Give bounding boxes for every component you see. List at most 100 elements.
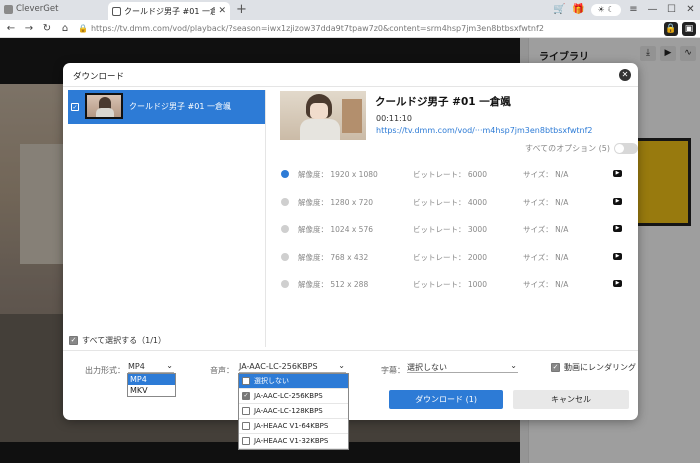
video-url-link[interactable]: https://tv.dmm.com/vod/···m4hsp7jm3en8bt…	[376, 126, 593, 135]
size-label: サイズ： N/A	[523, 198, 569, 207]
audio-option[interactable]: ✓ JA-AAC-LC-256KBPS	[239, 389, 348, 404]
divider	[63, 350, 638, 351]
gift-icon[interactable]: 🎁	[569, 0, 588, 20]
audio-option[interactable]: JA-HEAAC V1-64KBPS	[239, 419, 348, 434]
list-item-title: クールドジ男子 #01 一倉颯	[129, 102, 231, 111]
lock-icon: 🔒	[78, 24, 88, 33]
cart-icon[interactable]: 🛒	[550, 0, 569, 20]
forward-icon[interactable]: →	[22, 23, 36, 34]
output-format-select[interactable]: MP4 ⌄	[128, 361, 174, 373]
resolution-label: 解像度： 1024 x 576	[298, 225, 373, 234]
audio-option-label: JA-AAC-LC-256KBPS	[254, 392, 323, 400]
resolution-option[interactable]: 解像度： 1024 x 576 ビットレート： 3000 サイズ： N/A ▶	[280, 223, 630, 237]
new-tab-button[interactable]: +	[236, 2, 247, 17]
output-format-label: 出力形式：	[85, 366, 125, 375]
audio-option-checkbox[interactable]	[242, 437, 250, 445]
output-format-option[interactable]: MKV	[128, 385, 175, 396]
audio-menu: 選択しない ✓ JA-AAC-LC-256KBPS JA-AAC-LC-128KBPS…	[238, 373, 349, 450]
audio-option-label: JA-AAC-LC-128KBPS	[254, 407, 323, 415]
tab-title: クールドジ男子 #01 一倉颯	[124, 6, 216, 16]
audio-option-checkbox[interactable]	[242, 422, 250, 430]
reload-icon[interactable]: ↻	[40, 23, 54, 34]
back-icon[interactable]: ←	[4, 23, 18, 34]
select-all-label: すべて選択する（1/1）	[82, 336, 166, 345]
video-thumbnail	[280, 91, 366, 140]
audio-option-checkbox[interactable]	[242, 377, 250, 385]
video-title: クールドジ男子 #01 一倉颯	[375, 96, 511, 108]
close-icon[interactable]: ✕	[619, 69, 631, 81]
camera-icon[interactable]: ▣	[682, 22, 696, 36]
size-label: サイズ： N/A	[523, 280, 569, 289]
select-all[interactable]: ✓ すべて選択する（1/1）	[69, 335, 166, 346]
minimize-button[interactable]: —	[643, 0, 662, 20]
audio-option-label: 選択しない	[254, 377, 289, 385]
audio-option-checkbox[interactable]: ✓	[242, 392, 250, 400]
youtube-play-icon[interactable]: ▶	[613, 198, 622, 205]
all-options-label: すべてのオプション (5)	[525, 144, 610, 153]
audio-label: 音声：	[210, 366, 234, 375]
close-window-button[interactable]: ✕	[681, 0, 700, 20]
app-logo-icon	[4, 4, 13, 14]
download-button[interactable]: ダウンロード (1)	[389, 390, 503, 409]
resolution-radio[interactable]	[281, 170, 289, 178]
render-label: 動画にレンダリング	[564, 363, 636, 372]
chevron-down-icon: ⌄	[510, 361, 517, 370]
browser-tab[interactable]: クールドジ男子 #01 一倉颯 ✕	[108, 2, 230, 20]
size-label: サイズ： N/A	[523, 253, 569, 262]
resolution-option[interactable]: 解像度： 1280 x 720 ビットレート： 4000 サイズ： N/A ▶	[280, 196, 630, 210]
video-list: ✓ クールドジ男子 #01 一倉颯	[68, 90, 266, 347]
resolution-option[interactable]: 解像度： 768 x 432 ビットレート： 2000 サイズ： N/A ▶	[280, 251, 630, 265]
list-item-checkbox[interactable]: ✓	[71, 103, 79, 111]
divider	[63, 86, 638, 87]
output-format-option[interactable]: MP4	[128, 374, 175, 385]
audio-select[interactable]: JA-AAC-LC-256KBPS ⌄	[239, 361, 346, 373]
audio-value: JA-AAC-LC-256KBPS	[239, 362, 318, 371]
audio-option[interactable]: JA-AAC-LC-128KBPS	[239, 404, 348, 419]
menu-icon[interactable]: ≡	[624, 0, 643, 20]
lock-mode-icon[interactable]: 🔒	[664, 22, 678, 36]
subtitle-value: 選択しない	[407, 363, 447, 372]
app-name: CleverGet	[4, 4, 58, 14]
navigation-bar: ← → ↻ ⌂ 🔒 https://tv.dmm.com/vod/playbac…	[0, 20, 700, 38]
list-item[interactable]: ✓ クールドジ男子 #01 一倉颯	[68, 90, 265, 124]
cancel-button[interactable]: キャンセル	[513, 390, 629, 409]
resolution-label: 解像度： 1280 x 720	[298, 198, 373, 207]
dialog-title: ダウンロード	[73, 72, 125, 82]
all-options: すべてのオプション (5)	[525, 143, 638, 154]
video-duration: 00:11:10	[376, 114, 412, 123]
size-label: サイズ： N/A	[523, 225, 569, 234]
app-name-label: CleverGet	[16, 4, 59, 14]
list-item-thumbnail	[85, 93, 123, 119]
home-icon[interactable]: ⌂	[58, 23, 72, 34]
resolution-option[interactable]: 解像度： 1920 x 1080 ビットレート： 6000 サイズ： N/A ▶	[280, 168, 630, 182]
chevron-down-icon: ⌄	[338, 361, 345, 370]
render-checkbox[interactable]: ✓	[551, 363, 560, 372]
tab-page-icon	[112, 6, 121, 16]
title-bar: CleverGet クールドジ男子 #01 一倉颯 ✕ + 🛒 🎁 ☀ ☾ ≡ …	[0, 0, 700, 20]
resolution-radio[interactable]	[281, 198, 289, 206]
audio-option[interactable]: JA-HEAAC V1-32KBPS	[239, 434, 348, 449]
resolution-radio[interactable]	[281, 225, 289, 233]
theme-toggle[interactable]: ☀ ☾	[591, 4, 621, 16]
address-url[interactable]: https://tv.dmm.com/vod/playback/?season=…	[91, 24, 544, 33]
youtube-play-icon[interactable]: ▶	[613, 225, 622, 232]
audio-option[interactable]: 選択しない	[239, 374, 348, 389]
address-bar[interactable]: 🔒 https://tv.dmm.com/vod/playback/?seaso…	[78, 22, 598, 36]
resolution-radio[interactable]	[281, 280, 289, 288]
all-options-toggle[interactable]	[614, 143, 638, 154]
select-all-checkbox[interactable]: ✓	[69, 336, 78, 345]
youtube-play-icon[interactable]: ▶	[613, 280, 622, 287]
chevron-down-icon: ⌄	[166, 361, 173, 370]
tab-close-icon[interactable]: ✕	[218, 6, 226, 16]
youtube-play-icon[interactable]: ▶	[613, 253, 622, 260]
render-option[interactable]: ✓ 動画にレンダリング	[551, 362, 636, 373]
subtitle-select[interactable]: 選択しない ⌄	[407, 361, 518, 373]
maximize-button[interactable]: ☐	[662, 0, 681, 20]
audio-option-checkbox[interactable]	[242, 407, 250, 415]
resolution-option[interactable]: 解像度： 512 x 288 ビットレート： 1000 サイズ： N/A ▶	[280, 278, 630, 292]
youtube-play-icon[interactable]: ▶	[613, 170, 622, 177]
audio-option-label: JA-HEAAC V1-32KBPS	[254, 437, 329, 445]
output-format-menu: MP4 MKV	[127, 373, 176, 397]
resolution-radio[interactable]	[281, 253, 289, 261]
resolution-label: 解像度： 768 x 432	[298, 253, 369, 262]
